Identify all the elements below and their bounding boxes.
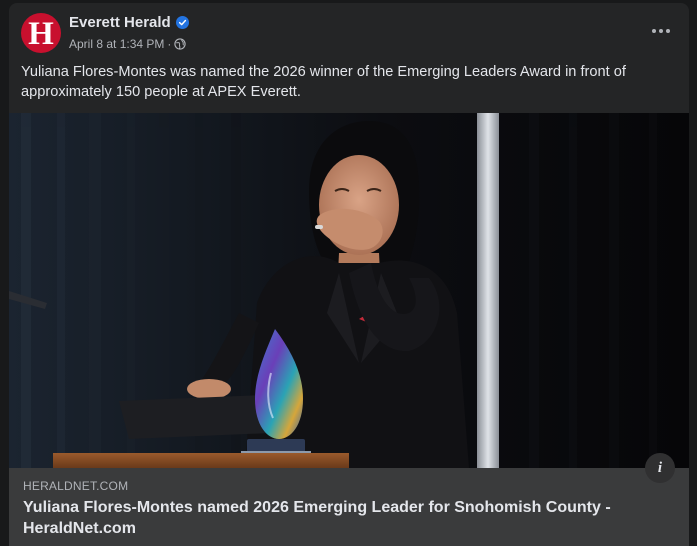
post-photo[interactable]	[9, 113, 689, 468]
link-domain: HERALDNET.COM	[23, 479, 129, 493]
more-dot	[659, 29, 663, 33]
more-dot	[652, 29, 656, 33]
verified-badge-icon	[175, 16, 189, 29]
stand-pole	[477, 113, 499, 468]
page-name-link[interactable]: Everett Herald	[69, 14, 171, 31]
avatar-logo-letter: H	[28, 15, 54, 52]
globe-icon[interactable]	[174, 38, 187, 50]
page-name-row: Everett Herald	[69, 14, 189, 31]
post-header: H Everett Herald April 8 at 1:34 PM ·	[9, 3, 689, 61]
info-icon-glyph: i	[657, 459, 663, 476]
more-dot	[666, 29, 670, 33]
link-preview[interactable]: HERALDNET.COM Yuliana Flores-Montes name…	[9, 468, 689, 546]
award-photo-illustration	[9, 113, 689, 468]
page-avatar[interactable]: H	[21, 13, 61, 53]
post-timestamp[interactable]: April 8 at 1:34 PM	[69, 37, 164, 51]
post-card: H Everett Herald April 8 at 1:34 PM · Yu…	[9, 3, 689, 546]
podium	[53, 453, 349, 468]
meta-separator: ·	[167, 37, 172, 51]
info-icon[interactable]: i	[645, 453, 675, 483]
more-options-icon[interactable]	[647, 21, 675, 41]
post-meta: April 8 at 1:34 PM ·	[69, 37, 187, 51]
link-title[interactable]: Yuliana Flores-Montes named 2026 Emergin…	[23, 498, 663, 539]
post-caption: Yuliana Flores-Montes was named the 2026…	[21, 64, 626, 100]
